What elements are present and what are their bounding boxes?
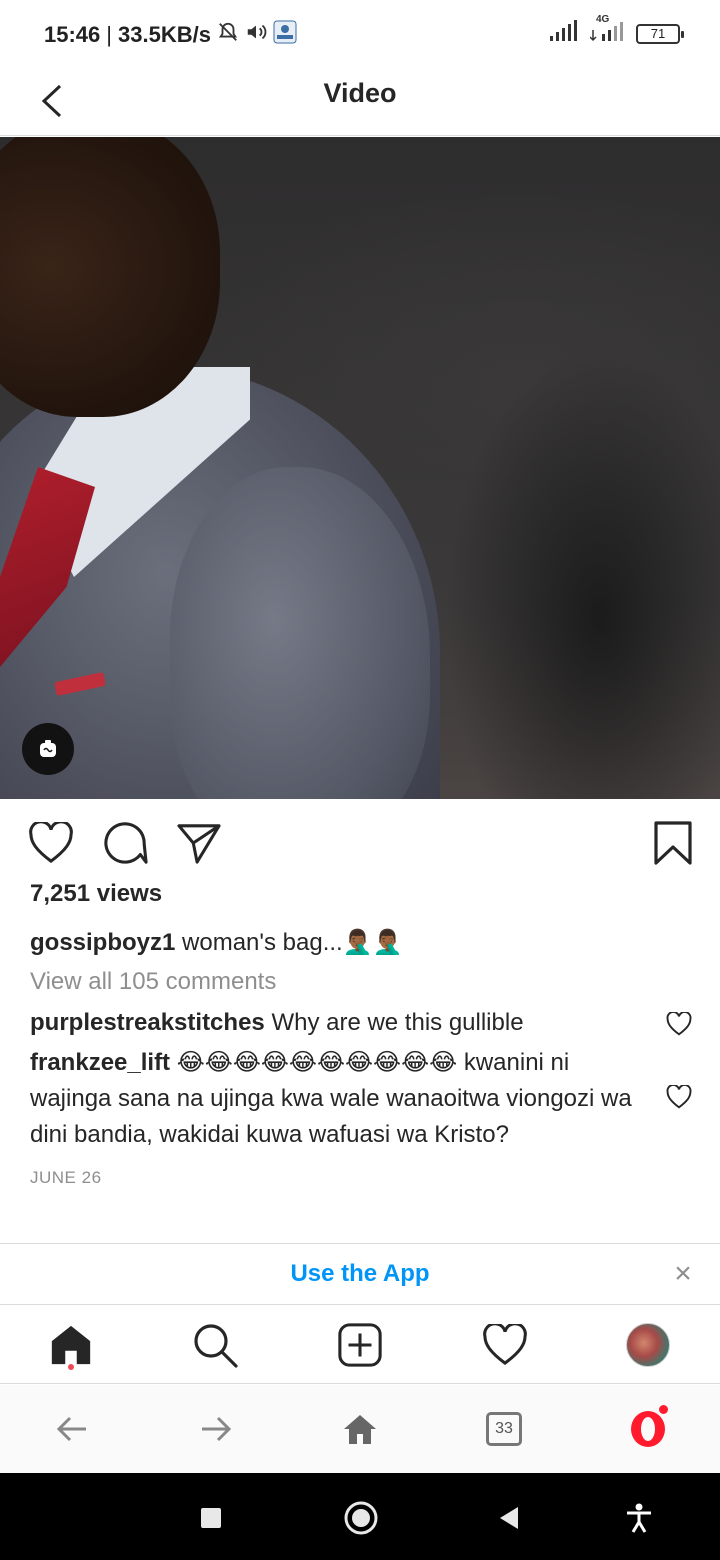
use-app-banner: Use the App ×: [0, 1243, 720, 1305]
network-label: 4G: [596, 14, 610, 25]
comment-button[interactable]: [100, 818, 150, 868]
opera-menu-button[interactable]: [622, 1403, 674, 1455]
notification-dot: [68, 1364, 74, 1370]
signal-icon: [548, 20, 578, 47]
comment-like-button[interactable]: [666, 1083, 692, 1111]
view-count: 7,251 views: [30, 880, 163, 907]
status-left: 15:46 | 33.5KB/s: [44, 20, 297, 50]
recents-button[interactable]: [186, 1493, 236, 1543]
bookmark-icon: [654, 821, 692, 865]
like-button[interactable]: [26, 818, 76, 868]
share-button[interactable]: [174, 818, 224, 868]
system-back-button[interactable]: [484, 1493, 534, 1543]
nav-activity[interactable]: [480, 1320, 530, 1370]
use-app-link[interactable]: Use the App: [0, 1260, 720, 1288]
status-speed: 33.5KB/s: [118, 22, 211, 47]
caption-username[interactable]: gossipboyz1: [30, 929, 175, 956]
comment-username[interactable]: purplestreakstitches: [30, 1009, 265, 1036]
battery-icon: 71: [636, 23, 684, 44]
activity-heart-icon: [483, 1324, 527, 1366]
browser-toolbar: 33: [0, 1385, 720, 1473]
browser-back-button[interactable]: [46, 1403, 98, 1455]
home-icon: [51, 1325, 91, 1365]
comment-like-button[interactable]: [666, 1010, 692, 1038]
video-sound-button[interactable]: [22, 723, 74, 775]
profile-avatar: [626, 1323, 670, 1367]
post-caption: gossipboyz1 woman's bag...🤦🏾‍♂️🤦🏾‍♂️: [30, 928, 690, 957]
close-banner-button[interactable]: ×: [666, 1257, 700, 1291]
accessibility-button[interactable]: [614, 1493, 664, 1543]
browser-forward-button[interactable]: [190, 1403, 242, 1455]
new-post-icon: [338, 1323, 382, 1367]
browser-home-button[interactable]: [334, 1403, 386, 1455]
system-nav-bar: [0, 1473, 720, 1560]
video-player[interactable]: [0, 137, 720, 799]
alarm-off-icon: [217, 21, 239, 49]
page-title: Video: [323, 78, 397, 108]
home-circle-icon: [344, 1501, 378, 1535]
post-actions: [0, 818, 720, 870]
back-triangle-icon: [500, 1507, 518, 1529]
app-notification-icon: [273, 20, 297, 50]
system-home-button[interactable]: [336, 1493, 386, 1543]
status-bar: 15:46 | 33.5KB/s 4G 71: [0, 0, 720, 66]
browser-tabs-button[interactable]: 33: [478, 1403, 530, 1455]
comment-icon: [104, 822, 148, 864]
comment-username[interactable]: frankzee_lift: [30, 1049, 170, 1076]
comment-text: Why are we this gullible: [271, 1009, 524, 1036]
share-icon: [177, 824, 221, 864]
accessibility-icon: [627, 1503, 651, 1533]
caption-text: woman's bag...🤦🏾‍♂️🤦🏾‍♂️: [182, 929, 403, 956]
comment-item: purplestreakstitches Why are we this gul…: [30, 1005, 650, 1041]
heart-icon: [666, 1010, 692, 1036]
opera-menu-icon: [631, 1411, 665, 1447]
volume-icon: [245, 21, 267, 49]
status-right: 4G 71: [548, 14, 684, 47]
status-time: 15:46: [44, 22, 101, 47]
signal-4g-icon: 4G: [589, 14, 624, 47]
save-button[interactable]: [648, 818, 698, 868]
view-all-comments-link[interactable]: View all 105 comments: [30, 968, 276, 996]
video-sound-icon: [40, 740, 56, 757]
recents-square-icon: [201, 1508, 221, 1528]
comment-item: frankzee_lift 😂😂😂😂😂😂😂😂😂😂 kwanini ni waji…: [30, 1045, 650, 1153]
heart-icon: [29, 822, 73, 864]
nav-search[interactable]: [190, 1320, 240, 1370]
post-date: JUNE 26: [30, 1168, 102, 1187]
ig-bottom-nav: [0, 1306, 720, 1384]
heart-icon: [666, 1083, 692, 1109]
nav-profile[interactable]: [623, 1320, 673, 1370]
back-arrow-icon: [56, 1416, 86, 1442]
forward-arrow-icon: [202, 1416, 232, 1442]
status-separator: |: [106, 22, 112, 47]
nav-home[interactable]: [46, 1320, 96, 1370]
browser-home-icon: [344, 1415, 376, 1444]
page-header: Video: [0, 66, 720, 136]
opera-notification-dot: [659, 1405, 668, 1414]
nav-new-post[interactable]: [335, 1320, 385, 1370]
close-icon: ×: [674, 1257, 692, 1290]
search-icon: [194, 1324, 238, 1368]
video-figure-face: [0, 137, 220, 417]
tabs-icon: 33: [486, 1412, 522, 1446]
